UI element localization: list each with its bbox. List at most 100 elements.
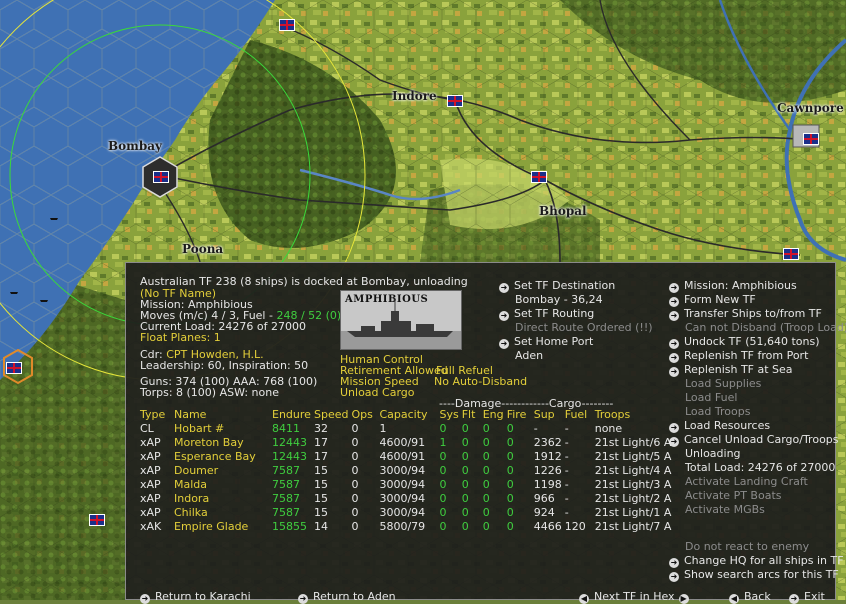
uk-flag-icon[interactable] — [6, 362, 22, 374]
ship-capacity: 5800/79 — [379, 520, 426, 533]
ship-name[interactable]: Esperance Bay — [174, 450, 272, 464]
ship-name[interactable]: Moreton Bay — [174, 436, 272, 450]
transfer-ships-button[interactable]: ➜ Transfer Ships to/from TF — [669, 307, 822, 321]
ship-name[interactable]: Malda — [174, 478, 272, 492]
task-force-panel: Australian TF 238 (8 ships) is docked at… — [125, 262, 846, 604]
load-resources-button[interactable]: ➜ Load Resources — [669, 419, 770, 433]
transfer-ships-label: Transfer Ships to/from TF — [684, 307, 822, 320]
ship-flt: 0 — [461, 492, 469, 505]
col-endure: Endure — [272, 408, 311, 421]
uk-flag-icon[interactable] — [783, 248, 799, 260]
ship-eng: 0 — [482, 520, 490, 533]
ship-sys: 0 — [439, 520, 447, 533]
load-fuel-text: Load Fuel — [685, 391, 738, 404]
table-row[interactable]: xAP Indora 7587 15 0 3000/94 0 0 0 0 966… — [140, 492, 674, 506]
return-to-aden-button[interactable]: ➜ Return to Aden — [298, 590, 396, 604]
ship-ops: 0 — [351, 464, 359, 477]
undock-tf-button[interactable]: ➜ Undock TF (51,640 tons) — [669, 335, 820, 349]
ship-ops: 0 — [351, 422, 359, 435]
back-button[interactable]: ◀ Back — [729, 590, 771, 604]
ship-eng: 0 — [482, 492, 490, 505]
order-no-auto-disband[interactable]: No Auto-Disband — [434, 375, 527, 389]
col-speed: Speed — [314, 408, 349, 421]
set-home-port-button[interactable]: ➜ Set Home Port — [499, 335, 593, 349]
uk-flag-icon[interactable] — [447, 95, 463, 107]
ship-capacity: 4600/91 — [379, 450, 426, 463]
uk-flag-icon[interactable] — [803, 133, 819, 145]
uk-flag-icon[interactable] — [531, 171, 547, 183]
cancel-unload-label: Cancel Unload Cargo/Troops — [684, 433, 839, 446]
order-unload-cargo[interactable]: Unload Cargo — [340, 386, 415, 400]
set-tf-destination-label: Set TF Destination — [514, 279, 616, 292]
activate-pt-boats-text: Activate PT Boats — [685, 489, 782, 502]
replenish-sea-button[interactable]: ➜ Replenish TF at Sea — [669, 363, 793, 377]
ship-name[interactable]: Chilka — [174, 506, 272, 520]
ship-fire: 0 — [506, 450, 514, 463]
ship-flt: 0 — [461, 478, 469, 491]
col-troops: Troops — [594, 408, 631, 421]
ship-type: xAP — [140, 464, 161, 477]
return-karachi-label: Return to Karachi — [155, 590, 251, 603]
set-tf-destination-button[interactable]: ➜ Set TF Destination — [499, 279, 615, 293]
ship-flt: 0 — [461, 464, 469, 477]
table-row[interactable]: xAK Empire Glade 15855 14 0 5800/79 0 0 … — [140, 520, 674, 534]
cancel-unload-button[interactable]: ➜ Cancel Unload Cargo/Troops — [669, 433, 839, 447]
mission-label: Mission: Amphibious — [684, 279, 797, 292]
show-search-arcs-label: Show search arcs for this TF — [684, 568, 839, 581]
set-tf-routing-button[interactable]: ➜ Set TF Routing — [499, 307, 594, 321]
ship-endure: 7587 — [272, 506, 300, 519]
ship-name[interactable]: Empire Glade — [174, 520, 272, 534]
table-row[interactable]: xAP Chilka 7587 15 0 3000/94 0 0 0 0 924… — [140, 506, 674, 520]
table-row[interactable]: xAP Moreton Bay 12443 17 0 4600/91 1 0 0… — [140, 436, 674, 450]
replenish-port-button[interactable]: ➜ Replenish TF from Port — [669, 349, 808, 363]
col-type: Type — [140, 408, 166, 421]
table-row[interactable]: xAP Esperance Bay 12443 17 0 4600/91 0 0… — [140, 450, 674, 464]
show-search-arcs-button[interactable]: ➜ Show search arcs for this TF — [669, 568, 839, 582]
uk-flag-icon[interactable] — [89, 514, 105, 526]
ship-fire: 0 — [506, 422, 514, 435]
col-sup: Sup — [533, 408, 555, 421]
ship-name[interactable]: Doumer — [174, 464, 272, 478]
next-tf-in-hex-button[interactable]: ◀ Next TF in Hex ▶ — [579, 590, 689, 604]
uk-flag-icon[interactable] — [153, 171, 169, 183]
set-tf-routing-label: Set TF Routing — [514, 307, 595, 320]
load-resources-label: Load Resources — [684, 419, 771, 432]
col-name: Name — [174, 408, 207, 421]
exit-label: Exit — [804, 590, 825, 603]
mission-amphibious-button[interactable]: ➜ Mission: Amphibious — [669, 279, 797, 293]
exit-button[interactable]: ➜ Exit — [789, 590, 825, 604]
ship-eng: 0 — [482, 478, 490, 491]
ship-name[interactable]: Indora — [174, 492, 272, 506]
ship-name[interactable]: Hobart # — [174, 422, 272, 436]
ship-capacity: 3000/94 — [379, 464, 426, 477]
ship-endure: 7587 — [272, 464, 300, 477]
ship-fire: 0 — [506, 506, 514, 519]
return-to-karachi-button[interactable]: ➜ Return to Karachi — [140, 590, 251, 604]
ship-speed: 15 — [314, 464, 328, 477]
form-new-tf-label: Form New TF — [684, 293, 756, 306]
arrow-right-icon: ➜ — [499, 311, 509, 321]
form-new-tf-button[interactable]: ➜ Form New TF — [669, 293, 756, 307]
table-row[interactable]: CL Hobart # 8411 32 0 1 0 0 0 0 - - none — [140, 422, 674, 436]
ship-ops: 0 — [351, 450, 359, 463]
table-row[interactable]: xAP Doumer 7587 15 0 3000/94 0 0 0 0 122… — [140, 464, 674, 478]
tf-float-planes[interactable]: Float Planes: 1 — [140, 331, 221, 345]
ship-fuel: - — [564, 436, 569, 449]
table-row[interactable]: xAP Malda 7587 15 0 3000/94 0 0 0 0 1198… — [140, 478, 674, 492]
ship-flt: 0 — [461, 436, 469, 449]
back-label: Back — [744, 590, 771, 603]
replenish-sea-label: Replenish TF at Sea — [684, 363, 793, 376]
load-supplies-text: Load Supplies — [685, 377, 762, 390]
unloading-status: Unloading — [685, 447, 741, 460]
set-home-port-label: Set Home Port — [514, 335, 594, 348]
arrow-right-icon: ➜ — [789, 594, 799, 604]
ship-speed: 32 — [314, 422, 328, 435]
uk-flag-icon[interactable] — [279, 19, 295, 31]
ship-sys: 0 — [439, 506, 447, 519]
total-load: Total Load: 24276 of 27000 — [685, 461, 836, 474]
arrow-right-icon: ➜ — [140, 594, 150, 604]
ship-type: xAP — [140, 450, 161, 463]
tf-leadership: Leadership: 60, Inspiration: 50 — [140, 359, 309, 372]
city-label-indore: Indore — [392, 89, 437, 103]
change-hq-button[interactable]: ➜ Change HQ for all ships in TF — [669, 554, 844, 568]
